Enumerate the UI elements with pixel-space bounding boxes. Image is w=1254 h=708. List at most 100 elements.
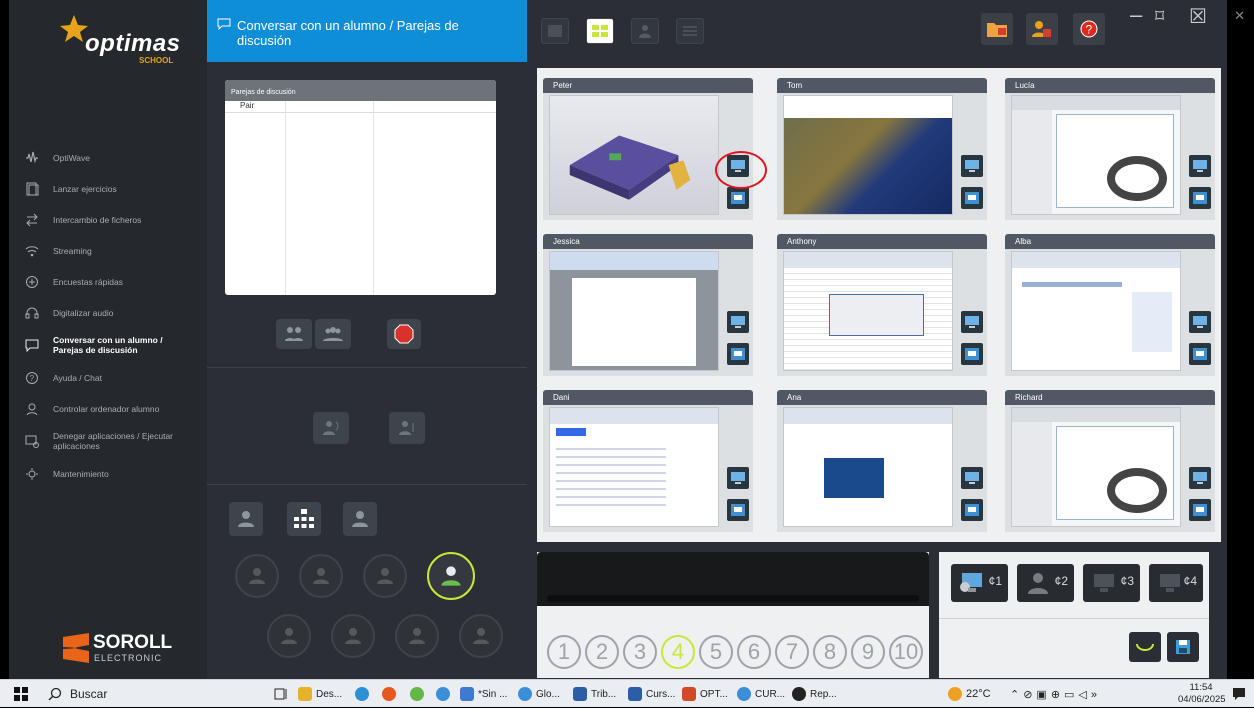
student-screen[interactable] [1005, 93, 1215, 220]
student-screen[interactable] [543, 405, 753, 532]
student-tile[interactable]: Ana [777, 390, 987, 532]
view-screen-button[interactable] [961, 311, 983, 333]
notifications-button[interactable] [1232, 680, 1246, 708]
control-screen-button[interactable] [1189, 187, 1211, 209]
nav-item-intercambio-ficheros[interactable]: Intercambio de ficheros [9, 204, 207, 235]
stop-button[interactable] [387, 319, 421, 349]
page-4-button[interactable]: 4 [661, 635, 695, 669]
student-tile[interactable]: Anthony [777, 234, 987, 376]
control-screen-button[interactable] [961, 187, 983, 209]
student-slot-6[interactable] [331, 614, 375, 658]
control-screen-button[interactable] [727, 343, 749, 365]
taskbar-chrome[interactable] [436, 680, 454, 708]
talk-to-student-button[interactable] [313, 412, 349, 444]
view-details-button[interactable] [676, 18, 704, 44]
layout-single-button[interactable] [229, 502, 263, 536]
page-5-button[interactable]: 5 [699, 635, 733, 669]
monitor-4-button[interactable]: ¢4 [1149, 564, 1203, 602]
taskbar-edge[interactable] [355, 680, 373, 708]
task-view-button[interactable] [273, 680, 289, 708]
control-screen-button[interactable] [1189, 499, 1211, 521]
student-screen[interactable] [1005, 405, 1215, 532]
nav-item-digitalizar-audio[interactable]: Digitalizar audio [9, 297, 207, 328]
taskbar-ie[interactable] [410, 680, 428, 708]
page-9-button[interactable]: 9 [851, 635, 885, 669]
view-screen-button[interactable] [961, 155, 983, 177]
student-slot-1[interactable] [235, 554, 279, 598]
clock[interactable]: 11:54 04/06/2025 [1178, 682, 1226, 706]
weather-widget[interactable]: 22°C [948, 680, 991, 708]
control-screen-button[interactable] [1189, 343, 1211, 365]
student-tile[interactable]: Tom [777, 78, 987, 220]
student-slot-5[interactable] [267, 614, 311, 658]
lock-students-button[interactable] [1026, 13, 1058, 45]
view-student-button[interactable] [631, 18, 659, 44]
student-slot-3[interactable] [363, 554, 407, 598]
taskbar-app-sin[interactable]: *Sin ... [460, 680, 507, 708]
scroll-bar[interactable] [547, 595, 919, 602]
view-screen-button[interactable] [961, 467, 983, 489]
view-grid-button[interactable] [586, 18, 614, 44]
pairs-table-row[interactable]: Pair [225, 101, 496, 113]
student-slot-7[interactable] [395, 614, 439, 658]
maximize-button[interactable]: ⌑ [1155, 6, 1164, 27]
search-box[interactable]: Buscar [48, 680, 107, 708]
lock-folder-button[interactable] [981, 13, 1013, 45]
control-screen-button[interactable] [727, 187, 749, 209]
monitor-2-button[interactable]: ¢2 [1017, 564, 1074, 602]
pin-button[interactable]: ☒ [1189, 4, 1207, 29]
page-6-button[interactable]: 6 [737, 635, 771, 669]
create-group-button[interactable] [315, 319, 351, 349]
student-slot-selected[interactable] [427, 552, 475, 600]
student-screen[interactable] [777, 405, 987, 532]
student-tile[interactable]: Peter [543, 78, 753, 220]
page-8-button[interactable]: 8 [813, 635, 847, 669]
layout-group-button[interactable] [343, 502, 377, 536]
page-7-button[interactable]: 7 [775, 635, 809, 669]
create-pair-button[interactable] [276, 319, 312, 349]
student-screen[interactable] [777, 249, 987, 376]
outer-close-icon[interactable]: ✕ [1234, 8, 1245, 24]
save-button[interactable] [1167, 632, 1199, 662]
nav-item-encuestas[interactable]: Encuestas rápidas [9, 266, 207, 297]
taskbar-app-trib[interactable]: Trib... [573, 680, 616, 708]
nav-item-controlar-ordenador[interactable]: Controlar ordenador alumno [9, 393, 207, 424]
taskbar-app-des[interactable]: Des... [298, 680, 342, 708]
view-screen-button[interactable] [1189, 311, 1211, 333]
taskbar-app-cur[interactable]: CUR... [737, 680, 785, 708]
student-tile[interactable]: Lucía [1005, 78, 1215, 220]
system-tray[interactable]: ⌃⊘▣⊕▭◁» [1010, 680, 1101, 708]
nav-item-denegar-aplicaciones[interactable]: Denegar aplicaciones / Ejecutar aplicaci… [9, 424, 207, 458]
control-screen-button[interactable] [727, 499, 749, 521]
student-tile[interactable]: Jessica [543, 234, 753, 376]
nav-item-lanzar-ejercicios[interactable]: Lanzar ejercicios [9, 173, 207, 204]
taskbar-app-rep[interactable]: Rep... [792, 680, 837, 708]
help-button[interactable]: ? [1073, 13, 1105, 45]
page-1-button[interactable]: 1 [547, 635, 581, 669]
page-3-button[interactable]: 3 [623, 635, 657, 669]
minimize-button[interactable]: – [1130, 2, 1142, 28]
refresh-button[interactable] [1129, 632, 1161, 662]
taskbar-firefox[interactable] [382, 680, 400, 708]
page-10-button[interactable]: 10 [889, 635, 923, 669]
view-screen-button[interactable] [1189, 467, 1211, 489]
view-screen-button[interactable] [1189, 155, 1211, 177]
student-screen[interactable] [1005, 249, 1215, 376]
taskbar-app-opt[interactable]: OPT... [682, 680, 728, 708]
student-screen[interactable] [777, 93, 987, 220]
start-button[interactable] [14, 680, 28, 708]
student-slot-2[interactable] [299, 554, 343, 598]
view-screen-button[interactable] [727, 467, 749, 489]
layout-tree-button[interactable] [287, 502, 321, 536]
page-2-button[interactable]: 2 [585, 635, 619, 669]
control-screen-button[interactable] [961, 499, 983, 521]
view-screen-button[interactable] [727, 311, 749, 333]
nav-item-mantenimiento[interactable]: Mantenimiento [9, 458, 207, 489]
nav-item-conversar[interactable]: Conversar con un alumno / Parejas de dis… [9, 328, 207, 362]
listen-student-button[interactable] [389, 412, 425, 444]
nav-item-ayuda-chat[interactable]: ? Ayuda / Chat [9, 362, 207, 393]
student-slot-8[interactable] [459, 614, 503, 658]
nav-item-streaming[interactable]: Streaming [9, 235, 207, 266]
nav-item-optiwave[interactable]: OptiWave [9, 142, 207, 173]
student-tile[interactable]: Dani [543, 390, 753, 532]
